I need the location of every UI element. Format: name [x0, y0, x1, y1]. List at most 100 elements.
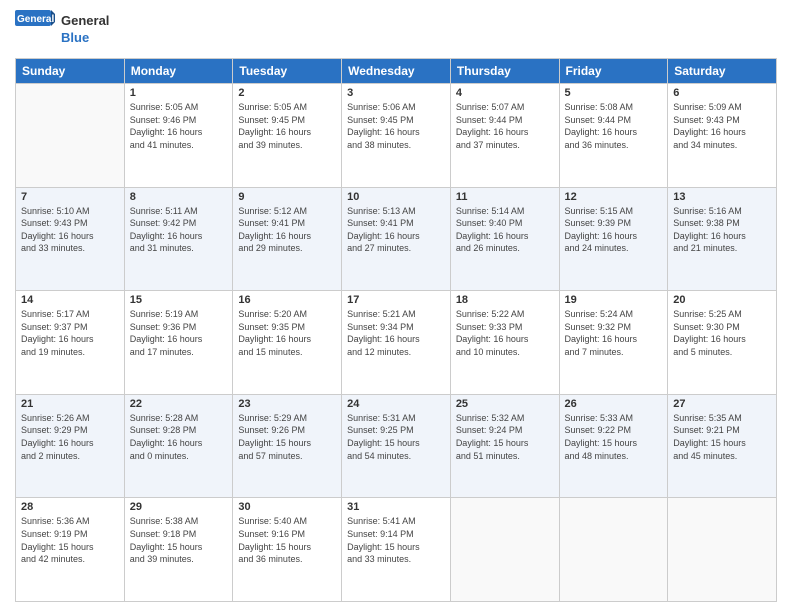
sunset: Sunset: 9:39 PM [565, 218, 632, 228]
day-cell: 10Sunrise: 5:13 AMSunset: 9:41 PMDayligh… [342, 187, 451, 291]
day-info: Sunrise: 5:28 AMSunset: 9:28 PMDaylight:… [130, 412, 228, 462]
sunrise: Sunrise: 5:29 AM [238, 413, 307, 423]
sunrise: Sunrise: 5:06 AM [347, 102, 416, 112]
sunrise: Sunrise: 5:33 AM [565, 413, 634, 423]
day-cell: 15Sunrise: 5:19 AMSunset: 9:36 PMDayligh… [124, 291, 233, 395]
sunset: Sunset: 9:44 PM [456, 115, 523, 125]
sunset: Sunset: 9:14 PM [347, 529, 414, 539]
daylight-line1: Daylight: 16 hours [673, 334, 746, 344]
daylight-line2: and 0 minutes. [130, 451, 189, 461]
sunrise: Sunrise: 5:11 AM [130, 206, 198, 216]
day-number: 10 [347, 191, 445, 203]
day-number: 29 [130, 501, 228, 513]
daylight-line1: Daylight: 16 hours [21, 438, 94, 448]
daylight-line2: and 48 minutes. [565, 451, 629, 461]
day-info: Sunrise: 5:12 AMSunset: 9:41 PMDaylight:… [238, 205, 336, 255]
daylight-line1: Daylight: 16 hours [456, 127, 529, 137]
day-info: Sunrise: 5:29 AMSunset: 9:26 PMDaylight:… [238, 412, 336, 462]
day-cell: 8Sunrise: 5:11 AMSunset: 9:42 PMDaylight… [124, 187, 233, 291]
day-number: 11 [456, 191, 554, 203]
daylight-line1: Daylight: 16 hours [456, 334, 529, 344]
sunset: Sunset: 9:35 PM [238, 322, 305, 332]
day-number: 1 [130, 87, 228, 99]
calendar-table: SundayMondayTuesdayWednesdayThursdayFrid… [15, 58, 777, 602]
day-cell: 14 Sunrise: 5:17 AMSunset: 9:37 PMDayligh… [16, 291, 125, 395]
sunset: Sunset: 9:41 PM [347, 218, 414, 228]
sunset: Sunset: 9:33 PM [456, 322, 523, 332]
day-number: 13 [673, 191, 771, 203]
daylight-line2: and 10 minutes. [456, 347, 520, 357]
sunrise: Sunrise: 5:16 AM [673, 206, 742, 216]
daylight-line1: Daylight: 15 hours [238, 438, 311, 448]
sunrise: Sunrise: 5:35 AM [673, 413, 742, 423]
daylight-line2: and 29 minutes. [238, 243, 302, 253]
day-cell [16, 84, 125, 188]
daylight-line2: and 51 minutes. [456, 451, 520, 461]
day-cell: 31Sunrise: 5:41 AMSunset: 9:14 PMDayligh… [342, 498, 451, 602]
header-cell-saturday: Saturday [668, 59, 777, 84]
day-number: 12 [565, 191, 663, 203]
daylight-line2: and 15 minutes. [238, 347, 302, 357]
daylight-line1: Daylight: 16 hours [130, 438, 203, 448]
daylight-line1: Daylight: 16 hours [238, 334, 311, 344]
day-number: 5 [565, 87, 663, 99]
sunrise: Sunrise: 5:24 AM [565, 309, 634, 319]
sunrise: Sunrise: 5:05 AM [130, 102, 199, 112]
header-cell-monday: Monday [124, 59, 233, 84]
day-cell: 4Sunrise: 5:07 AMSunset: 9:44 PMDaylight… [450, 84, 559, 188]
day-cell: 21Sunrise: 5:26 AMSunset: 9:29 PMDayligh… [16, 394, 125, 498]
day-cell: 2Sunrise: 5:05 AMSunset: 9:45 PMDaylight… [233, 84, 342, 188]
sunset: Sunset: 9:22 PM [565, 425, 632, 435]
day-number: 6 [673, 87, 771, 99]
day-info: Sunrise: 5:26 AMSunset: 9:29 PMDaylight:… [21, 412, 119, 462]
daylight-line2: and 33 minutes. [347, 554, 411, 564]
daylight-line2: and 36 minutes. [565, 140, 629, 150]
page: General General Blue SundayMondayTuesday… [0, 0, 792, 612]
day-info: Sunrise: 5:11 AMSunset: 9:42 PMDaylight:… [130, 205, 228, 255]
day-info: Sunrise: 5:17 AMSunset: 9:37 PMDaylight:… [21, 308, 119, 358]
sunset: Sunset: 9:18 PM [130, 529, 197, 539]
sunrise: Sunrise: 5:07 AM [456, 102, 525, 112]
day-cell: 9Sunrise: 5:12 AMSunset: 9:41 PMDaylight… [233, 187, 342, 291]
day-number: 24 [347, 398, 445, 410]
sunrise: Sunrise: 5:08 AM [565, 102, 634, 112]
sunset: Sunset: 9:19 PM [21, 529, 88, 539]
svg-text:General: General [17, 14, 54, 25]
sunrise: Sunrise: 5:38 AM [130, 516, 199, 526]
daylight-line1: Daylight: 16 hours [130, 334, 203, 344]
sunrise: Sunrise: 5:32 AM [456, 413, 525, 423]
day-info: Sunrise: 5:09 AMSunset: 9:43 PMDaylight:… [673, 101, 771, 151]
sunset: Sunset: 9:43 PM [673, 115, 740, 125]
day-info: Sunrise: 5:40 AMSunset: 9:16 PMDaylight:… [238, 515, 336, 565]
day-number: 30 [238, 501, 336, 513]
daylight-line2: and 31 minutes. [130, 243, 194, 253]
daylight-line1: Daylight: 16 hours [673, 231, 746, 241]
daylight-line1: Daylight: 15 hours [238, 542, 311, 552]
day-info: Sunrise: 5:25 AMSunset: 9:30 PMDaylight:… [673, 308, 771, 358]
daylight-line2: and 33 minutes. [21, 243, 85, 253]
day-info: Sunrise: 5:35 AMSunset: 9:21 PMDaylight:… [673, 412, 771, 462]
daylight-line1: Daylight: 16 hours [456, 231, 529, 241]
daylight-line1: Daylight: 15 hours [130, 542, 203, 552]
sunset: Sunset: 9:43 PM [21, 218, 88, 228]
day-number: 27 [673, 398, 771, 410]
day-info: Sunrise: 5:19 AMSunset: 9:36 PMDaylight:… [130, 308, 228, 358]
day-info: Sunrise: 5:10 AMSunset: 9:43 PMDaylight:… [21, 205, 119, 255]
daylight-line2: and 36 minutes. [238, 554, 302, 564]
sunrise: Sunrise: 5:26 AM [21, 413, 90, 423]
day-number: 14 [21, 294, 119, 306]
sunrise: Sunrise: 5:19 AM [130, 309, 199, 319]
day-info: Sunrise: 5:36 AMSunset: 9:19 PMDaylight:… [21, 515, 119, 565]
sunrise: Sunrise: 5:10 AM [21, 206, 90, 216]
day-cell: 17Sunrise: 5:21 AMSunset: 9:34 PMDayligh… [342, 291, 451, 395]
week-row-4: 28Sunrise: 5:36 AMSunset: 9:19 PMDayligh… [16, 498, 777, 602]
daylight-line1: Daylight: 15 hours [673, 438, 746, 448]
daylight-line2: and 39 minutes. [238, 140, 302, 150]
daylight-line1: Daylight: 15 hours [347, 438, 420, 448]
sunset: Sunset: 9:46 PM [130, 115, 197, 125]
day-number: 20 [673, 294, 771, 306]
day-cell: 7Sunrise: 5:10 AMSunset: 9:43 PMDaylight… [16, 187, 125, 291]
day-info: Sunrise: 5:16 AMSunset: 9:38 PMDaylight:… [673, 205, 771, 255]
day-info: Sunrise: 5:20 AMSunset: 9:35 PMDaylight:… [238, 308, 336, 358]
sunrise: Sunrise: 5:36 AM [21, 516, 90, 526]
